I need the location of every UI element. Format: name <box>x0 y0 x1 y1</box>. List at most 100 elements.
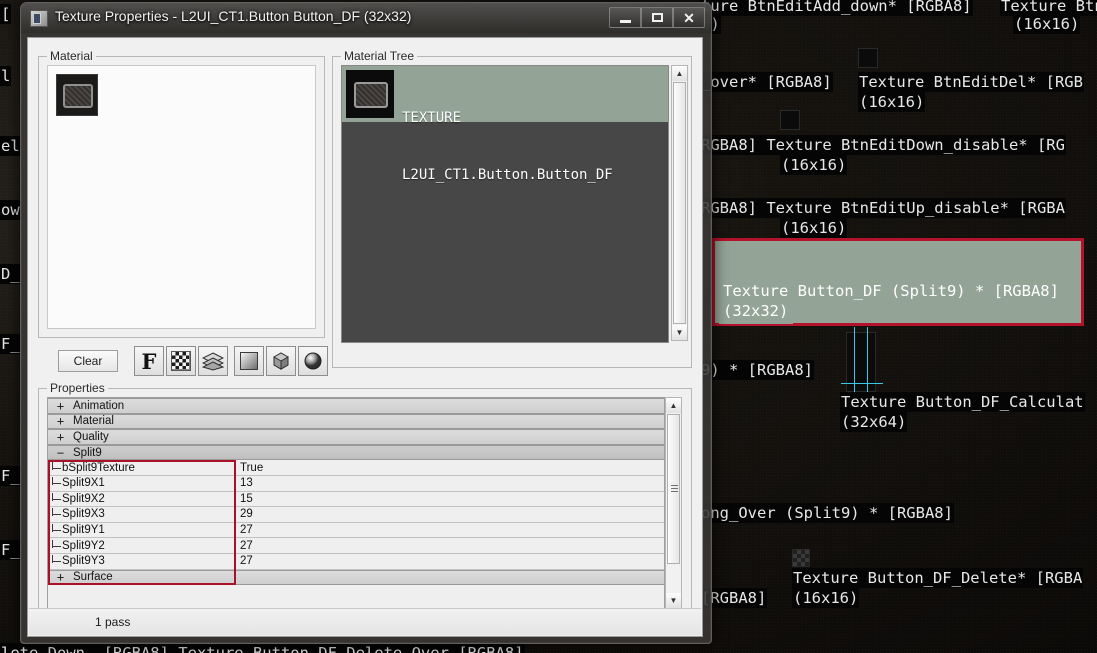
alpha-checker-button[interactable] <box>166 346 196 376</box>
layers-icon <box>202 352 224 371</box>
window-icon <box>30 10 48 27</box>
texture-entry-label: _over* [RGBA8] <box>700 72 833 92</box>
close-button[interactable]: ✕ <box>673 7 705 28</box>
expand-icon[interactable]: + <box>54 570 67 584</box>
texture-entry-label: [ <box>0 4 12 24</box>
property-value[interactable]: 13 <box>234 477 664 490</box>
font-icon: F <box>141 348 157 374</box>
texture-entry[interactable]: F_ <box>0 334 21 354</box>
property-row[interactable]: Split9Y2 27 <box>48 538 664 554</box>
window-titlebar[interactable]: Texture Properties - L2UI_CT1.Button But… <box>21 3 711 34</box>
texture-entry[interactable]: (16x16) <box>792 588 860 608</box>
texture-entry-label: D_ <box>0 264 21 284</box>
property-name: Split9X2 <box>48 492 234 505</box>
texture-entry-label: 9) * [RGBA8] <box>700 360 814 380</box>
preview-toolbar: Clear F <box>38 346 690 380</box>
cube-preview-button[interactable] <box>266 346 296 376</box>
properties-grid[interactable]: + Animation + Material + Quality − Split9 bSplit… <box>47 397 665 611</box>
material-tree-scroll-thumb[interactable] <box>673 82 686 324</box>
texture-entry[interactable]: lete_Down [RGBA8] Texture Button_DF_Dele… <box>0 643 525 653</box>
material-tree-group-title: Material Tree <box>341 49 418 63</box>
texture-entry[interactable]: (16x16) <box>858 92 926 112</box>
texture-entry-label: ow <box>0 200 21 220</box>
property-row[interactable]: Split9Y1 27 <box>48 523 664 539</box>
font-view-button[interactable]: F <box>134 346 164 376</box>
properties-rows: + Animation + Material + Quality − Split9 bSplit… <box>48 398 664 586</box>
texture-entry[interactable]: RGBA8] Texture BtnEditUp_disable* [RGBA <box>700 198 1066 218</box>
properties-scroll-up-icon[interactable]: ▲ <box>666 398 681 413</box>
texture-properties-window[interactable]: Texture Properties - L2UI_CT1.Button But… <box>20 2 712 644</box>
texture-thumbnail-btnEditDel[interactable] <box>858 48 878 68</box>
maximize-icon <box>651 13 663 22</box>
scroll-up-icon[interactable]: ▲ <box>672 66 687 81</box>
texture-entry[interactable]: (32x32) <box>719 299 794 324</box>
maximize-button[interactable] <box>641 7 673 28</box>
texture-entry[interactable]: ow <box>0 200 21 220</box>
expand-icon[interactable]: + <box>54 399 67 413</box>
property-category-quality[interactable]: + Quality <box>48 429 664 445</box>
texture-entry[interactable]: ture BtnEditAdd_down* [RGBA8] <box>700 0 973 16</box>
material-thumbnail[interactable] <box>56 74 98 116</box>
plane-preview-button[interactable] <box>234 346 264 376</box>
split9-guide-v4 <box>867 327 868 397</box>
texture-thumbnail-btnEditDown[interactable] <box>780 110 800 130</box>
material-preview-area[interactable] <box>47 65 316 329</box>
sphere-preview-button[interactable] <box>298 346 328 376</box>
texture-entry[interactable]: 9) * [RGBA8] <box>700 360 814 380</box>
texture-entry[interactable]: (16x16) <box>780 155 848 175</box>
property-value[interactable]: 27 <box>234 539 664 552</box>
collapse-icon[interactable]: − <box>54 446 67 460</box>
texture-entry[interactable]: Texture Button_DF_Calculat <box>840 392 1085 412</box>
material-tree-list[interactable]: TEXTURE L2UI_CT1.Button.Button_DF <box>341 65 669 343</box>
texture-entry[interactable]: el <box>0 136 21 156</box>
expand-icon[interactable]: + <box>54 430 67 444</box>
texture-entry-label: (16x16) <box>858 92 926 112</box>
texture-entry[interactable]: F_ <box>0 540 21 560</box>
material-tree-scrollbar[interactable]: ▲ ▼ <box>671 65 688 341</box>
property-row[interactable]: Split9X3 29 <box>48 507 664 523</box>
property-category-surface[interactable]: + Surface <box>48 569 664 586</box>
layers-button[interactable] <box>198 346 228 376</box>
property-row[interactable]: Split9X1 13 <box>48 476 664 492</box>
material-tree-item-selected[interactable]: TEXTURE L2UI_CT1.Button.Button_DF <box>342 66 668 183</box>
property-row[interactable]: Split9X2 15 <box>48 492 664 508</box>
scroll-down-icon[interactable]: ▼ <box>672 325 687 340</box>
property-category-split9[interactable]: − Split9 <box>48 444 664 461</box>
properties-scrollbar[interactable]: ▲ ▼ <box>665 397 682 609</box>
texture-entry[interactable]: [ <box>0 4 12 24</box>
property-row[interactable]: bSplit9Texture True <box>48 460 664 476</box>
texture-entry[interactable]: F_ <box>0 466 21 486</box>
properties-scroll-thumb[interactable] <box>667 414 680 564</box>
material-group: Material <box>38 49 325 338</box>
properties-group-title: Properties <box>47 381 108 395</box>
texture-entry[interactable]: Texture Button_DF_Delete* [RGBA <box>792 568 1084 588</box>
texture-entry[interactable]: Texture BtnEditDel* [RGB <box>858 72 1084 92</box>
texture-entry[interactable]: (16x16) <box>1013 14 1081 34</box>
properties-scroll-down-icon[interactable]: ▼ <box>666 593 681 608</box>
property-value[interactable]: 27 <box>234 524 664 537</box>
expand-icon[interactable]: + <box>54 414 67 428</box>
minimize-button[interactable] <box>609 7 641 28</box>
property-category-material[interactable]: + Material <box>48 413 664 430</box>
texture-entry[interactable]: (16x16) <box>780 218 848 238</box>
property-name: Split9X1 <box>48 477 234 489</box>
texture-thumbnail-buttonDFCalculator[interactable] <box>841 327 883 397</box>
texture-entry-label: ture BtnEditAdd_down* [RGBA8] <box>700 0 973 16</box>
texture-entry-label: Texture Button_DF_Calculat <box>840 392 1085 412</box>
property-row[interactable]: Split9Y3 27 <box>48 554 664 570</box>
texture-entry[interactable]: (32x64) <box>840 412 908 432</box>
texture-entry[interactable]: RGBA8] Texture BtnEditDown_disable* [RG <box>700 135 1066 155</box>
material-group-title: Material <box>47 49 96 63</box>
texture-entry[interactable]: D_ <box>0 264 21 284</box>
property-value[interactable]: 29 <box>234 508 664 521</box>
texture-entry[interactable]: ong_Over (Split9) * [RGBA8] <box>700 503 954 523</box>
property-value[interactable]: 27 <box>234 555 664 568</box>
split9-guide-v3 <box>854 327 855 397</box>
texture-thumbnail-buttonDFDelete[interactable] <box>792 549 810 567</box>
texture-entry[interactable]: _over* [RGBA8] <box>700 72 833 92</box>
property-value[interactable]: 15 <box>234 492 664 505</box>
property-value[interactable]: True <box>234 461 664 474</box>
property-category-animation[interactable]: + Animation <box>48 398 664 414</box>
clear-button[interactable]: Clear <box>58 350 118 372</box>
texture-entry[interactable]: l <box>0 66 12 86</box>
